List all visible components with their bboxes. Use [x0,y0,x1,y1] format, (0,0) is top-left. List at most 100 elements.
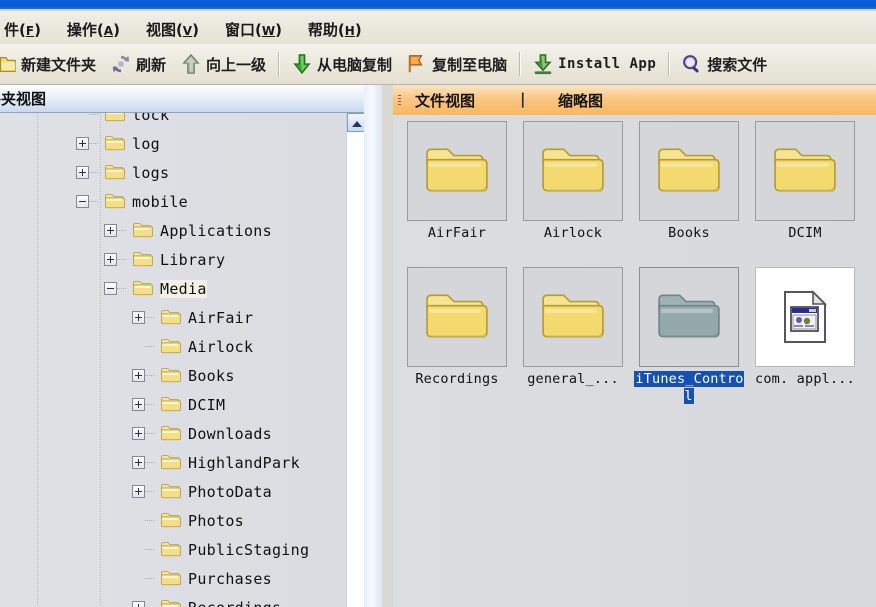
tree-item-purchases[interactable]: Purchases [0,564,360,593]
tree-item-books[interactable]: Books [0,361,360,390]
file-item-label: AirFair [399,225,515,242]
tree-item-photodata[interactable]: PhotoData [0,477,360,506]
tree-item-label: lock [132,113,170,124]
folder-icon [129,222,154,239]
expand-plus-icon[interactable] [132,369,145,382]
tree-connector-line [89,114,98,115]
tree-item-dcim[interactable]: DCIM [0,390,360,419]
tree-item-airfair[interactable]: AirFair [0,303,360,332]
menu-item-mnemonic: W [261,24,276,38]
folder-icon [157,541,182,558]
copy-from-pc-button[interactable]: 从电脑复制 [284,49,399,79]
tree-item-label: Downloads [188,424,272,443]
tree-item-log[interactable]: log [0,129,360,158]
file-list-area: AirFair Airlock Books DCIM Recordings general… [393,115,876,607]
tree-connector-line [145,462,154,463]
file-item-label: DCIM [747,225,863,242]
expand-plus-icon[interactable] [132,485,145,498]
menu-item-mnemonic: H [344,24,355,38]
expand-plus-icon[interactable] [132,456,145,469]
tree-item-media[interactable]: Media [0,274,360,303]
tree-item-label: logs [132,163,170,182]
tree-item-applications[interactable]: Applications [0,216,360,245]
expand-plus-icon[interactable] [76,166,89,179]
collapse-minus-icon[interactable] [104,282,117,295]
tree-connector-line [145,433,154,434]
view-menu[interactable]: 视图(V) [134,16,213,43]
folder-icon [101,113,126,123]
menu-item-paren: ) [275,21,282,39]
tree-item-label: Purchases [188,569,272,588]
expand-plus-icon[interactable] [132,601,145,607]
folder-icon [129,280,154,297]
search-file-button[interactable]: 搜索文件 [674,49,774,79]
folder-icon [129,251,154,268]
file-item-airfair[interactable]: AirFair [399,121,515,267]
tree-item-label: log [132,134,160,153]
tab-file-view[interactable]: 文件视图 [415,90,475,111]
file-icon-box [407,121,507,221]
folder-tree-pane: 件夹视图 lock log logs mobile Applications Librar… [0,85,382,607]
tree-item-downloads[interactable]: Downloads [0,419,360,448]
copy-to-pc-button[interactable]: 复制至电脑 [399,49,514,79]
file-menu[interactable]: 件(F) [0,16,55,43]
toolbar-buttons: 新建文件夹 刷新 向上一级 从电脑复制 复制至电脑 Install App 搜索文件 [0,44,774,84]
menu-item-paren: ) [113,21,120,39]
up-level-button[interactable]: 向上一级 [173,49,273,79]
file-item-itunes_control[interactable]: iTunes_Control [631,267,747,413]
folder-tree-scrollbar[interactable] [346,113,366,607]
upload-flag-icon [406,53,428,75]
file-item-recordings[interactable]: Recordings [399,267,515,413]
tree-item-logs[interactable]: logs [0,158,360,187]
toolbar-button-label: 刷新 [136,55,167,74]
toolbar-button-label: 搜索文件 [707,55,768,74]
tree-item-label: Media [160,279,207,298]
menu-item-label: 件( [4,21,26,39]
folder-icon [157,599,182,607]
file-item-books[interactable]: Books [631,121,747,267]
refresh-button[interactable]: 刷新 [103,49,173,79]
file-item-com.appl[interactable]: com. appl... [747,267,863,413]
tree-item-lock[interactable]: lock [0,113,360,129]
expand-plus-icon[interactable] [104,253,117,266]
file-icon-box [523,267,623,367]
expand-plus-icon[interactable] [76,137,89,150]
tree-item-library[interactable]: Library [0,245,360,274]
file-item-label: Books [631,225,747,242]
tree-item-recordings[interactable]: Recordings [0,593,360,607]
file-item-dcim[interactable]: DCIM [747,121,863,267]
new-folder-button[interactable]: 新建文件夹 [0,49,103,79]
expand-plus-icon[interactable] [132,311,145,324]
help-menu[interactable]: 帮助(H) [296,16,376,43]
tree-item-airlock[interactable]: Airlock [0,332,360,361]
expand-plus-icon[interactable] [132,427,145,440]
pane-splitter[interactable] [364,85,382,607]
file-item-general[interactable]: general_... [515,267,631,413]
window-menu[interactable]: 窗口(W) [213,16,296,43]
menu-item-mnemonic: A [103,24,114,38]
expand-plus-icon[interactable] [104,224,117,237]
folder-icon [157,570,182,587]
tree-connector-line [145,317,154,318]
action-menu[interactable]: 操作(A) [55,16,134,43]
tree-item-highlandpark[interactable]: HighlandPark [0,448,360,477]
toolbar-button-label: 复制至电脑 [432,55,508,74]
tree-item-photos[interactable]: Photos [0,506,360,535]
tree-item-publicstaging[interactable]: PublicStaging [0,535,360,564]
tree-item-mobile[interactable]: mobile [0,187,360,216]
file-item-airlock[interactable]: Airlock [515,121,631,267]
drag-grip-icon[interactable] [398,95,401,106]
toolbar: 新建文件夹 刷新 向上一级 从电脑复制 复制至电脑 Install App 搜索文件 [0,44,876,85]
expand-plus-icon[interactable] [132,398,145,411]
file-item-label-text: general_... [527,371,619,387]
collapse-minus-icon[interactable] [76,195,89,208]
menu-bar: 件(F) 操作(A) 视图(V) 窗口(W) 帮助(H) [0,11,876,45]
tree-connector-line [145,578,154,579]
tab-thumbnail-view[interactable]: 缩略图 [558,90,603,111]
new-folder-icon [0,53,17,75]
toolbar-separator [668,52,670,76]
tree-item-label: PublicStaging [188,540,310,559]
install-app-button[interactable]: Install App [525,49,663,79]
tab-divider: | [520,90,526,108]
